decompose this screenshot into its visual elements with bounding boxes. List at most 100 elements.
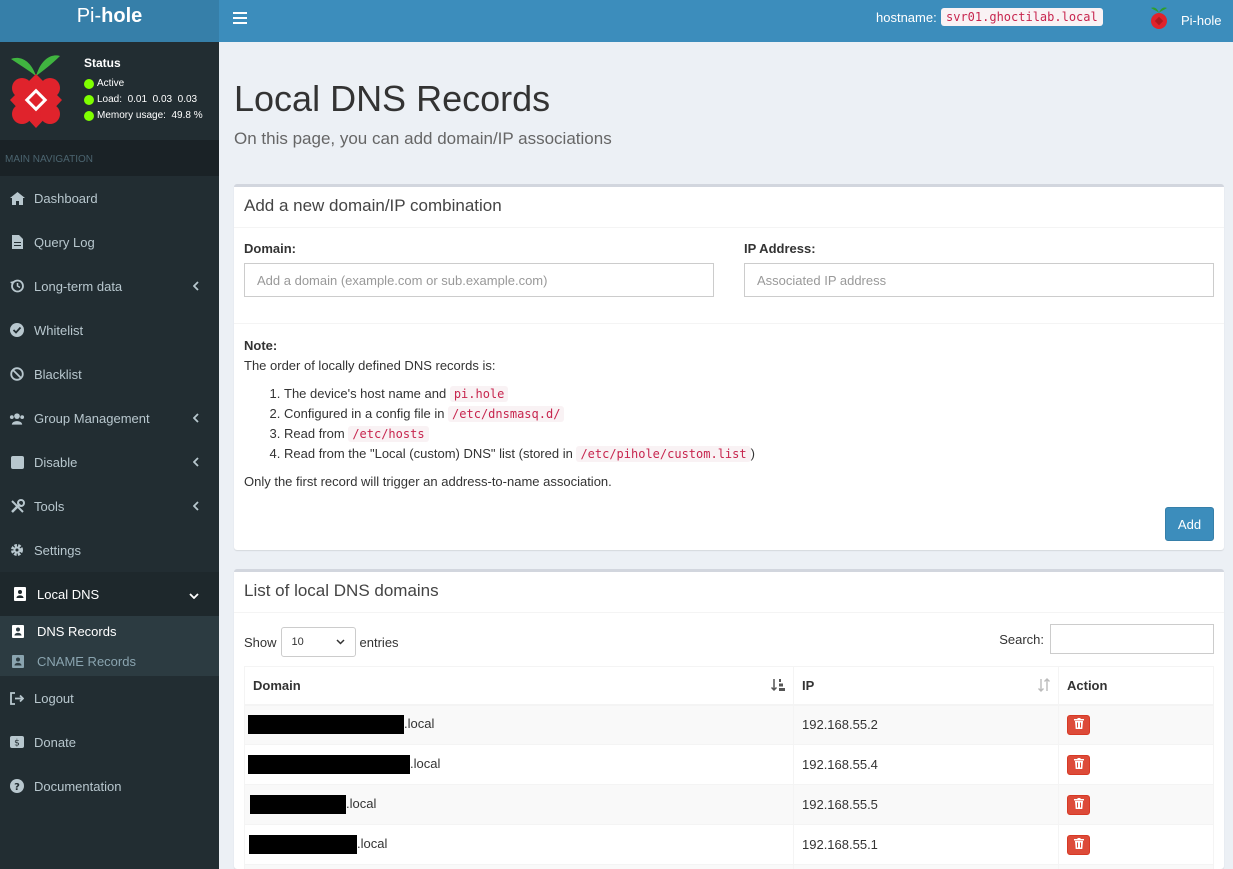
ip-cell xyxy=(793,864,1059,869)
note-footer: Only the first record will trigger an ad… xyxy=(244,474,612,489)
status-panel: Status Active Load: 0.01 0.03 0.03 Memor… xyxy=(0,42,219,140)
svg-text:$: $ xyxy=(14,739,20,749)
chevron-left-icon xyxy=(192,279,199,294)
note-list: The device's host name and pi.hole Confi… xyxy=(284,384,1204,464)
note-title: Note: xyxy=(244,338,278,353)
chevron-down-icon xyxy=(189,587,199,602)
chevron-left-icon xyxy=(192,455,199,470)
status-memory: Memory usage: 49.8 % xyxy=(84,110,203,121)
status-active: Active xyxy=(84,78,124,89)
sidebar-item-documentation[interactable]: ? Documentation xyxy=(0,764,219,808)
delete-button[interactable] xyxy=(1067,794,1090,815)
dns-records-table: Domain IP Action .local 192.168.55.2 .lo… xyxy=(244,666,1214,869)
ip-address-label: IP Address: xyxy=(744,241,816,256)
svg-text:?: ? xyxy=(14,782,20,793)
status-load: Load: 0.01 0.03 0.03 xyxy=(84,94,197,105)
ip-cell: 192.168.55.5 xyxy=(793,784,1059,825)
ban-icon xyxy=(9,366,25,382)
delete-button[interactable] xyxy=(1067,754,1090,775)
chevron-left-icon xyxy=(192,411,199,426)
entries-select[interactable]: 10 xyxy=(280,627,356,657)
nav-header: MAIN NAVIGATION xyxy=(0,140,219,176)
list-item: Read from /etc/hosts xyxy=(284,424,1204,444)
logo-prefix: Pi- xyxy=(76,5,102,27)
status-load-dot-icon xyxy=(84,94,94,105)
action-cell xyxy=(1058,864,1214,869)
domain-cell: .local xyxy=(244,744,794,785)
sidebar-item-logout[interactable]: Logout xyxy=(0,676,219,720)
domain-cell: .local xyxy=(244,784,794,825)
action-cell xyxy=(1058,824,1214,865)
address-book-icon xyxy=(12,586,28,602)
action-cell xyxy=(1058,704,1214,745)
redacted-block xyxy=(250,795,346,814)
history-icon xyxy=(9,278,25,294)
entries-length-control: Show 10 entries xyxy=(244,627,399,657)
sidebar-subitem-cname-records[interactable]: CNAME Records xyxy=(0,646,219,676)
redacted-block xyxy=(248,715,404,735)
sidebar-item-whitelist[interactable]: Whitelist xyxy=(0,308,219,352)
column-header-domain[interactable]: Domain xyxy=(244,666,794,706)
sidebar-item-settings[interactable]: Settings xyxy=(0,528,219,572)
user-menu[interactable]: Pi-hole xyxy=(1149,4,1221,36)
domain-cell: .local xyxy=(244,824,794,865)
domain-input[interactable] xyxy=(244,263,714,297)
domain-cell: .local xyxy=(244,704,794,745)
tools-icon xyxy=(9,498,25,514)
dollar-icon: $ xyxy=(9,734,25,750)
sidebar-item-blacklist[interactable]: Blacklist xyxy=(0,352,219,396)
trash-icon xyxy=(1073,837,1084,852)
sort-icon xyxy=(1038,678,1050,695)
status-title: Status xyxy=(84,56,121,70)
sidebar-item-query-log[interactable]: Query Log xyxy=(0,220,219,264)
address-book-icon xyxy=(12,654,26,668)
file-icon xyxy=(9,234,25,250)
pihole-logo-icon xyxy=(8,50,64,134)
dns-list-box-title: List of local DNS domains xyxy=(234,572,1224,613)
action-cell xyxy=(1058,784,1214,825)
sidebar-item-dashboard[interactable]: Dashboard xyxy=(0,176,219,220)
redacted-block xyxy=(248,755,410,774)
sidebar-item-local-dns[interactable]: Local DNS xyxy=(0,572,219,616)
show-label: Show xyxy=(244,634,277,650)
sidebar-item-tools[interactable]: Tools xyxy=(0,484,219,528)
redacted-block xyxy=(249,835,357,854)
box-divider xyxy=(234,323,1224,324)
sidebar-item-long-term-data[interactable]: Long-term data xyxy=(0,264,219,308)
dns-list-box: List of local DNS domains Show 10 entrie… xyxy=(234,569,1224,869)
table-row: .local 192.168.55.2 xyxy=(244,704,1214,745)
gear-icon xyxy=(9,542,25,558)
user-name: Pi-hole xyxy=(1181,12,1222,28)
delete-button[interactable] xyxy=(1067,834,1090,855)
sidebar: Status Active Load: 0.01 0.03 0.03 Memor… xyxy=(0,42,219,869)
ip-address-input[interactable] xyxy=(744,263,1214,297)
table-row: .local 192.168.55.4 xyxy=(244,744,1214,785)
users-icon xyxy=(9,410,25,426)
column-header-ip[interactable]: IP xyxy=(793,666,1059,706)
list-item: Configured in a config file in /etc/dnsm… xyxy=(284,404,1204,424)
sidebar-item-donate[interactable]: $ Donate xyxy=(0,720,219,764)
domain-cell xyxy=(244,864,794,869)
sidebar-item-group-management[interactable]: Group Management xyxy=(0,396,219,440)
search-input[interactable] xyxy=(1050,624,1214,654)
trash-icon xyxy=(1073,717,1084,732)
sidebar-subitem-dns-records[interactable]: DNS Records xyxy=(0,616,219,646)
menu-toggle-icon[interactable] xyxy=(233,9,247,29)
add-record-box-title: Add a new domain/IP combination xyxy=(234,187,1224,228)
ip-cell: 192.168.55.4 xyxy=(793,744,1059,785)
note-section: Note: The order of locally defined DNS r… xyxy=(244,336,1204,492)
add-button[interactable]: Add xyxy=(1165,507,1214,541)
page-title: Local DNS Records xyxy=(234,78,551,119)
trash-icon xyxy=(1073,757,1084,772)
delete-button[interactable] xyxy=(1067,714,1090,735)
local-dns-submenu: DNS Records CNAME Records xyxy=(0,616,219,676)
page-subtitle: On this page, you can add domain/IP asso… xyxy=(234,129,612,148)
action-cell xyxy=(1058,744,1214,785)
ip-cell: 192.168.55.1 xyxy=(793,824,1059,865)
list-item: Read from the "Local (custom) DNS" list … xyxy=(284,444,1204,464)
sort-descending-icon xyxy=(770,678,785,695)
app-logo[interactable]: Pi-hole xyxy=(0,0,219,42)
sidebar-item-disable[interactable]: Disable xyxy=(0,440,219,484)
status-memory-dot-icon xyxy=(84,110,94,121)
chevron-down-icon xyxy=(336,636,345,648)
